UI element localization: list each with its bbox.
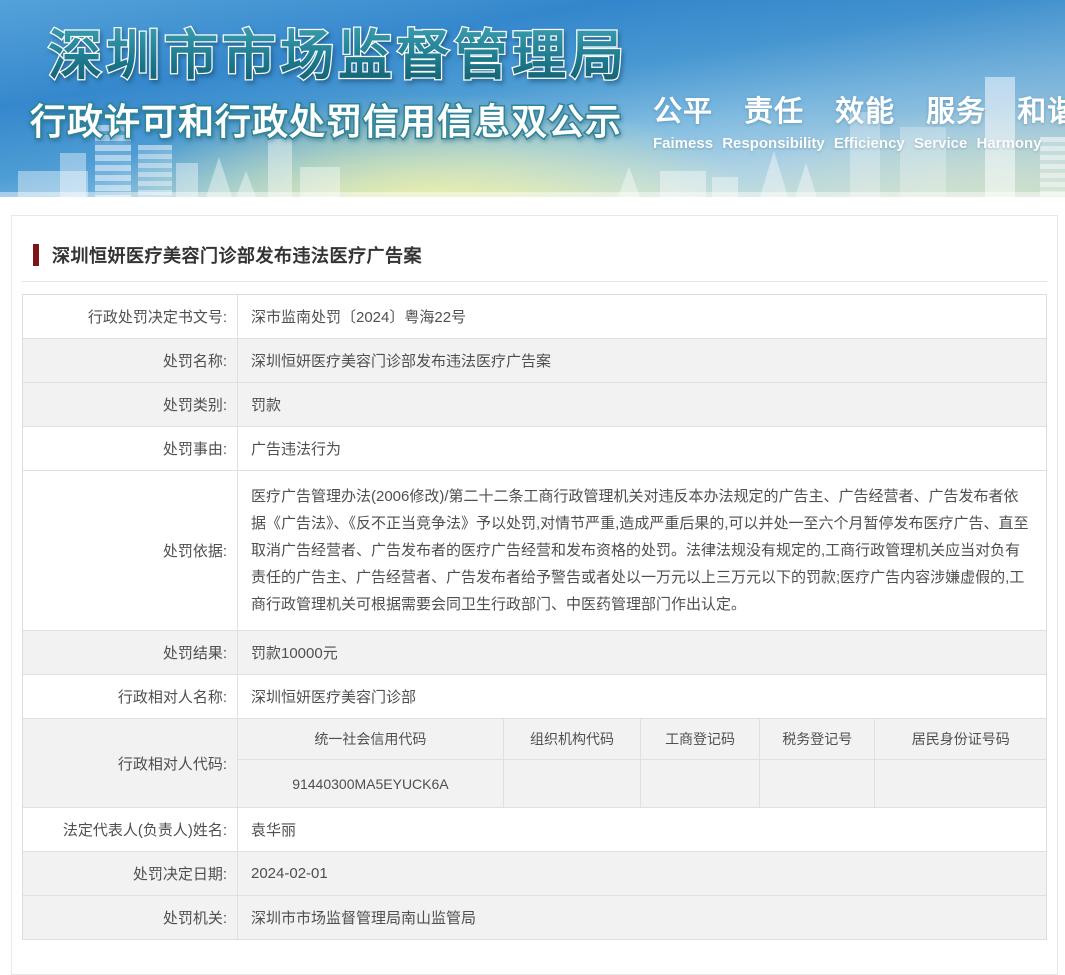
entity-code-subtable: 统一社会信用代码 组织机构代码 工商登记码 税务登记号 居民身份证号码 9144… — [238, 719, 1046, 807]
code-column-header: 统一社会信用代码 — [238, 719, 504, 760]
agency-title: 深圳市市场监督管理局 — [48, 26, 628, 86]
unified-credit-code-value: 91440300MA5EYUCK6A — [238, 760, 504, 807]
row-label: 行政处罚决定书文号: — [23, 295, 238, 338]
row-label: 行政相对人名称: — [23, 675, 238, 718]
row-value: 广告违法行为 — [238, 427, 1046, 470]
table-row-party-code: 行政相对人代码: 统一社会信用代码 组织机构代码 工商登记码 税务登记号 居民身… — [23, 719, 1046, 808]
code-column-header: 居民身份证号码 — [875, 719, 1046, 760]
row-value: 2024-02-01 — [238, 852, 1046, 895]
building-silhouette — [1040, 137, 1065, 197]
row-value: 深圳恒妍医疗美容门诊部发布违法医疗广告案 — [238, 339, 1046, 382]
table-row-legal-representative: 法定代表人(负责人)姓名: 袁华丽 — [23, 808, 1046, 852]
row-value: 袁华丽 — [238, 808, 1046, 851]
code-value-empty — [504, 760, 641, 807]
code-column-header: 工商登记码 — [641, 719, 760, 760]
page-title: 深圳恒妍医疗美容门诊部发布违法医疗广告案 — [52, 242, 422, 268]
case-title-block: 深圳恒妍医疗美容门诊部发布违法医疗广告案 — [12, 216, 1057, 281]
penalty-detail-table: 行政处罚决定书文号: 深市监南处罚〔2024〕粤海22号 处罚名称: 深圳恒妍医… — [22, 294, 1047, 940]
code-value-empty — [641, 760, 760, 807]
building-silhouette — [138, 145, 172, 197]
building-silhouette — [60, 153, 86, 197]
code-column-header: 组织机构代码 — [504, 719, 641, 760]
table-row-penalty-category: 处罚类别: 罚款 — [23, 383, 1046, 427]
title-separator — [22, 281, 1047, 282]
agency-title-graphic: 深圳市市场监督管理局 — [44, 14, 664, 94]
row-label: 处罚类别: — [23, 383, 238, 426]
banner-subtitle-graphic: 行政许可和行政处罚信用信息双公示 — [26, 92, 646, 148]
code-column-header: 税务登记号 — [760, 719, 876, 760]
row-label: 处罚结果: — [23, 631, 238, 674]
table-row-penalty-reason: 处罚事由: 广告违法行为 — [23, 427, 1046, 471]
table-row-penalty-name: 处罚名称: 深圳恒妍医疗美容门诊部发布违法医疗广告案 — [23, 339, 1046, 383]
table-row-decision-date: 处罚决定日期: 2024-02-01 — [23, 852, 1046, 896]
table-row-penalty-result: 处罚结果: 罚款10000元 — [23, 631, 1046, 675]
row-value: 罚款10000元 — [238, 631, 1046, 674]
code-value-empty — [875, 760, 1046, 807]
slogan-english: Faimess Responsibility Efficiency Servic… — [653, 135, 1039, 152]
row-value: 罚款 — [238, 383, 1046, 426]
banner-subtitle: 行政许可和行政处罚信用信息双公示 — [30, 101, 622, 142]
slogan-chinese: 公平 责任 效能 服务 和谐 — [653, 88, 1039, 130]
row-label: 处罚依据: — [23, 471, 238, 630]
row-value: 深市监南处罚〔2024〕粤海22号 — [238, 295, 1046, 338]
row-label: 法定代表人(负责人)姓名: — [23, 808, 238, 851]
code-value-empty — [760, 760, 876, 807]
table-row-document-number: 行政处罚决定书文号: 深市监南处罚〔2024〕粤海22号 — [23, 295, 1046, 339]
table-row-party-name: 行政相对人名称: 深圳恒妍医疗美容门诊部 — [23, 675, 1046, 719]
content-panel: 深圳恒妍医疗美容门诊部发布违法医疗广告案 行政处罚决定书文号: 深市监南处罚〔2… — [11, 215, 1058, 975]
row-label: 处罚机关: — [23, 896, 238, 939]
table-row-penalty-basis: 处罚依据: 医疗广告管理办法(2006修改)/第二十二条工商行政管理机关对违反本… — [23, 471, 1046, 631]
skyline-base-strip — [0, 192, 1065, 197]
tree-silhouette — [206, 157, 232, 197]
row-label: 处罚名称: — [23, 339, 238, 382]
banner-slogan: 公平 责任 效能 服务 和谐 Faimess Responsibility Ef… — [653, 88, 1039, 152]
row-label: 处罚决定日期: — [23, 852, 238, 895]
row-value: 深圳市市场监督管理局南山监管局 — [238, 896, 1046, 939]
row-label: 处罚事由: — [23, 427, 238, 470]
title-accent-bar — [33, 244, 39, 266]
row-value: 医疗广告管理办法(2006修改)/第二十二条工商行政管理机关对违反本办法规定的广… — [238, 471, 1046, 630]
header-banner: 深圳市市场监督管理局 行政许可和行政处罚信用信息双公示 公平 责任 效能 服务 … — [0, 0, 1065, 197]
row-label: 行政相对人代码: — [23, 719, 238, 807]
table-row-penalty-authority: 处罚机关: 深圳市市场监督管理局南山监管局 — [23, 896, 1046, 940]
tree-silhouette — [760, 151, 788, 197]
row-value: 深圳恒妍医疗美容门诊部 — [238, 675, 1046, 718]
